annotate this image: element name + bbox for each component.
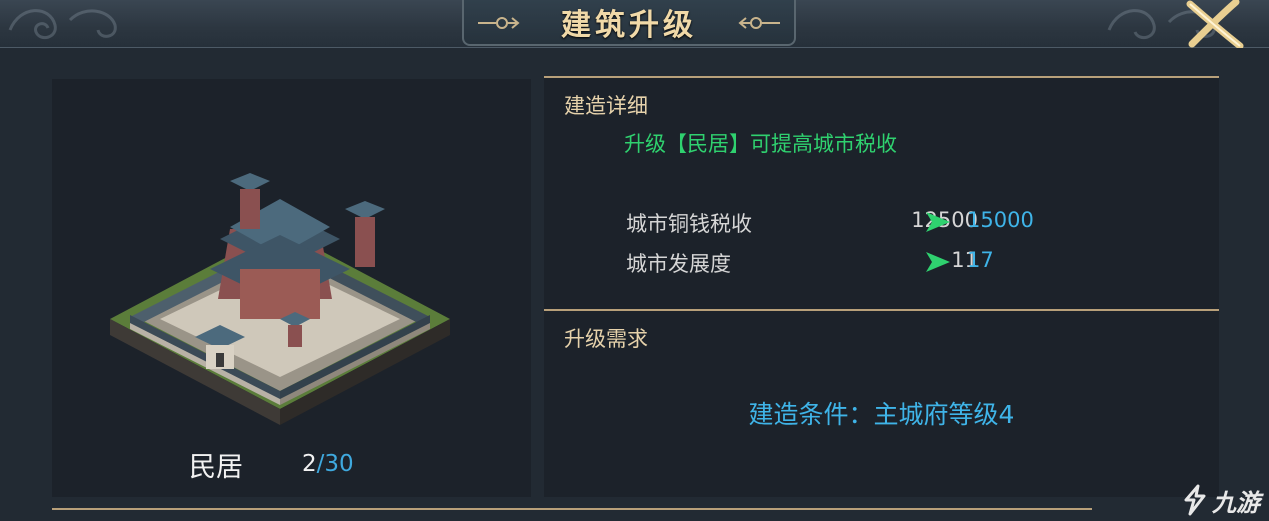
ornament-left-icon xyxy=(478,17,520,29)
section-title-requirements: 升级需求 xyxy=(564,327,648,351)
building-preview-panel: 民居 2/30 xyxy=(52,79,531,497)
stat-label: 城市铜钱税收 xyxy=(626,212,752,236)
section-title-details: 建造详细 xyxy=(564,94,648,118)
stat-new-value: 17 xyxy=(967,248,994,272)
ornament-right-icon xyxy=(738,17,780,29)
building-name: 民居 xyxy=(189,452,243,483)
close-icon[interactable] xyxy=(1178,0,1248,48)
upgrade-description: 升级【民居】可提高城市税收 xyxy=(624,132,897,156)
build-condition: 建造条件：主城府等级4 xyxy=(748,400,1015,429)
stat-new-value: 15000 xyxy=(967,208,1034,232)
level-max: 30 xyxy=(324,451,354,477)
stat-row: 城市发展度 11 17 xyxy=(626,248,1046,278)
upgrade-requirements-panel: 升级需求 建造条件：主城府等级4 xyxy=(544,309,1219,497)
arrow-right-icon xyxy=(926,212,950,232)
title-plaque: 建筑升级 xyxy=(462,0,796,46)
stat-label: 城市发展度 xyxy=(626,252,731,276)
stat-row: 城市铜钱税收 12500 15000 xyxy=(626,208,1046,238)
title-bar: 建筑升级 xyxy=(0,0,1269,48)
building-level: 2/30 xyxy=(302,451,354,477)
build-details-panel: 建造详细 升级【民居】可提高城市税收 城市铜钱税收 12500 15000 城市… xyxy=(544,76,1219,310)
house-building-icon xyxy=(110,173,450,425)
divider xyxy=(52,508,1092,510)
level-current: 2 xyxy=(302,451,317,477)
cloud-ornament-icon xyxy=(8,9,117,40)
watermark-text: 九游 xyxy=(1212,488,1260,517)
watermark: 九游 xyxy=(1180,480,1268,520)
page-title: 建筑升级 xyxy=(561,8,697,43)
stat-old-value: 11 xyxy=(951,248,978,272)
watermark-logo-icon xyxy=(1184,484,1206,516)
stat-old-value: 12500 xyxy=(858,208,978,232)
arrow-right-icon xyxy=(926,252,950,272)
